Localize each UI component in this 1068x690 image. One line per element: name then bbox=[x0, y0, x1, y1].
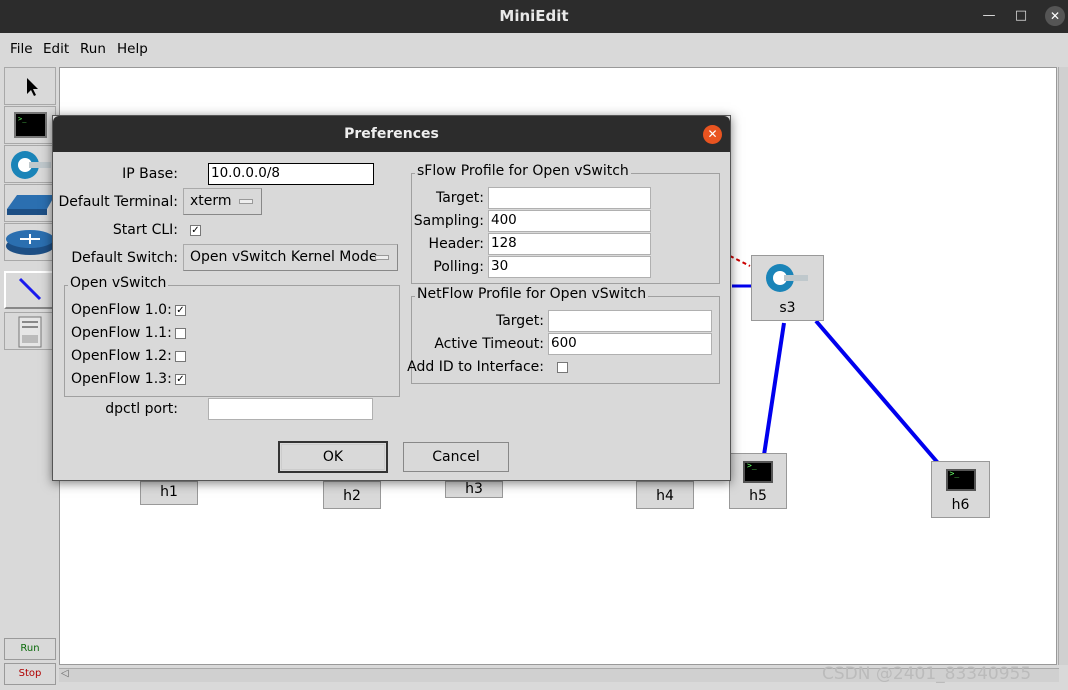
node-label: h2 bbox=[343, 488, 361, 504]
openflow-1-2-label: OpenFlow 1.2: bbox=[71, 348, 172, 364]
dpctl-port-label: dpctl port: bbox=[105, 401, 178, 417]
netflow-frame-title: NetFlow Profile for Open vSwitch bbox=[415, 286, 649, 302]
sflow-polling-label: Polling: bbox=[433, 259, 484, 275]
router-icon bbox=[6, 230, 54, 255]
host-h2[interactable]: h2 bbox=[323, 481, 381, 509]
host-h6[interactable]: h6 bbox=[931, 461, 990, 518]
start-cli-label: Start CLI: bbox=[112, 222, 178, 238]
sflow-polling-input[interactable]: 30 bbox=[488, 256, 651, 278]
default-terminal-select[interactable]: xterm bbox=[183, 188, 262, 215]
host-h4[interactable]: h4 bbox=[636, 481, 694, 509]
netflow-target-input[interactable] bbox=[548, 310, 712, 332]
svg-text:>_: >_ bbox=[18, 115, 27, 123]
stop-button[interactable]: Stop bbox=[4, 663, 56, 685]
default-switch-label: Default Switch: bbox=[71, 250, 178, 266]
node-label: s3 bbox=[779, 300, 796, 316]
dialog-title-bar: Preferences ✕ bbox=[53, 116, 730, 152]
sflow-sampling-label: Sampling: bbox=[413, 213, 484, 229]
dialog-close-button[interactable]: ✕ bbox=[703, 125, 722, 144]
openflow-1-1-label: OpenFlow 1.1: bbox=[71, 325, 172, 341]
scroll-left-arrow[interactable]: ◁ bbox=[61, 668, 69, 679]
netflow-timeout-label: Active Timeout: bbox=[434, 336, 544, 352]
legacy-switch-tool-button[interactable] bbox=[4, 184, 56, 222]
controller-tool-button[interactable] bbox=[4, 312, 56, 350]
openvswitch-frame-title: Open vSwitch bbox=[68, 275, 169, 291]
netflow-target-label: Target: bbox=[495, 313, 544, 329]
netlink-tool-button[interactable] bbox=[4, 271, 56, 309]
host-h1[interactable]: h1 bbox=[140, 481, 198, 505]
dialog-title: Preferences bbox=[344, 126, 439, 142]
sflow-sampling-input[interactable]: 400 bbox=[488, 210, 651, 232]
openflow-1-2-checkbox[interactable] bbox=[175, 351, 186, 362]
openvswitch-icon bbox=[766, 264, 808, 292]
switch-tool-button[interactable] bbox=[4, 145, 56, 183]
menu-run[interactable]: Run bbox=[80, 41, 106, 57]
add-id-label: Add ID to Interface: bbox=[407, 359, 544, 375]
menu-edit[interactable]: Edit bbox=[43, 41, 69, 57]
switch-s3[interactable]: s3 bbox=[751, 255, 824, 321]
node-label: h6 bbox=[951, 497, 970, 513]
link-s3-h6[interactable] bbox=[814, 319, 940, 465]
host-tool-button[interactable]: >_ bbox=[4, 106, 56, 144]
start-cli-checkbox[interactable]: ✓ bbox=[190, 225, 201, 236]
openflow-1-3-checkbox[interactable]: ✓ bbox=[175, 374, 186, 385]
run-button[interactable]: Run bbox=[4, 638, 56, 660]
node-label: h4 bbox=[656, 488, 674, 504]
add-id-checkbox[interactable] bbox=[557, 362, 568, 373]
openvswitch-icon bbox=[11, 151, 51, 179]
openflow-1-3-label: OpenFlow 1.3: bbox=[71, 371, 172, 387]
sflow-frame-title: sFlow Profile for Open vSwitch bbox=[415, 163, 631, 179]
preferences-dialog: Preferences ✕ IP Base: 10.0.0.0/8 Defaul… bbox=[52, 115, 731, 481]
menu-help[interactable]: Help bbox=[117, 41, 148, 57]
netflow-timeout-input[interactable]: 600 bbox=[548, 333, 712, 355]
default-terminal-value: xterm bbox=[190, 193, 232, 209]
default-terminal-label: Default Terminal: bbox=[58, 194, 179, 210]
cancel-button[interactable]: Cancel bbox=[403, 442, 509, 472]
node-label: h5 bbox=[749, 488, 767, 504]
watermark: CSDN @2401_83340955 bbox=[822, 664, 1032, 684]
ip-base-label: IP Base: bbox=[122, 166, 178, 182]
dropdown-indicator-icon bbox=[375, 255, 389, 260]
controller-link bbox=[729, 255, 751, 267]
dpctl-port-input[interactable] bbox=[208, 398, 373, 420]
node-label: h1 bbox=[160, 484, 178, 500]
sflow-target-input[interactable] bbox=[488, 187, 651, 209]
select-tool-button[interactable] bbox=[4, 67, 56, 105]
default-switch-value: Open vSwitch Kernel Mode bbox=[190, 249, 378, 265]
legacy-switch-icon bbox=[7, 195, 55, 215]
node-label: h3 bbox=[465, 481, 483, 497]
dropdown-indicator-icon bbox=[239, 199, 253, 204]
sflow-header-label: Header: bbox=[428, 236, 484, 252]
window-title: MiniEdit bbox=[499, 7, 569, 25]
openflow-1-0-label: OpenFlow 1.0: bbox=[71, 302, 172, 318]
router-tool-button[interactable] bbox=[4, 223, 56, 261]
toolbar: >_ Run Stop bbox=[0, 65, 58, 690]
minimize-button[interactable]: — bbox=[979, 6, 999, 26]
ip-base-input[interactable]: 10.0.0.0/8 bbox=[208, 163, 374, 185]
terminal-icon bbox=[945, 469, 976, 491]
title-bar: MiniEdit — □ ✕ bbox=[0, 0, 1068, 33]
sflow-header-input[interactable]: 128 bbox=[488, 233, 651, 255]
link-icon bbox=[18, 277, 42, 301]
maximize-button[interactable]: □ bbox=[1011, 6, 1031, 26]
host-h3[interactable]: h3 bbox=[445, 481, 503, 498]
close-button[interactable]: ✕ bbox=[1045, 6, 1065, 26]
vertical-scrollbar[interactable] bbox=[1058, 67, 1068, 665]
menu-bar: File Edit Run Help bbox=[0, 33, 1068, 65]
ok-button[interactable]: OK bbox=[278, 441, 388, 473]
host-h5[interactable]: h5 bbox=[729, 453, 787, 509]
default-switch-select[interactable]: Open vSwitch Kernel Mode bbox=[183, 244, 398, 271]
menu-file[interactable]: File bbox=[10, 41, 33, 57]
openflow-1-1-checkbox[interactable] bbox=[175, 328, 186, 339]
pointer-icon bbox=[27, 78, 38, 96]
link-s3-h5[interactable] bbox=[762, 322, 786, 456]
controller-icon bbox=[18, 316, 42, 348]
openflow-1-0-checkbox[interactable]: ✓ bbox=[175, 305, 186, 316]
terminal-icon bbox=[743, 461, 773, 483]
terminal-icon: >_ bbox=[14, 112, 47, 138]
sflow-target-label: Target: bbox=[435, 190, 484, 206]
